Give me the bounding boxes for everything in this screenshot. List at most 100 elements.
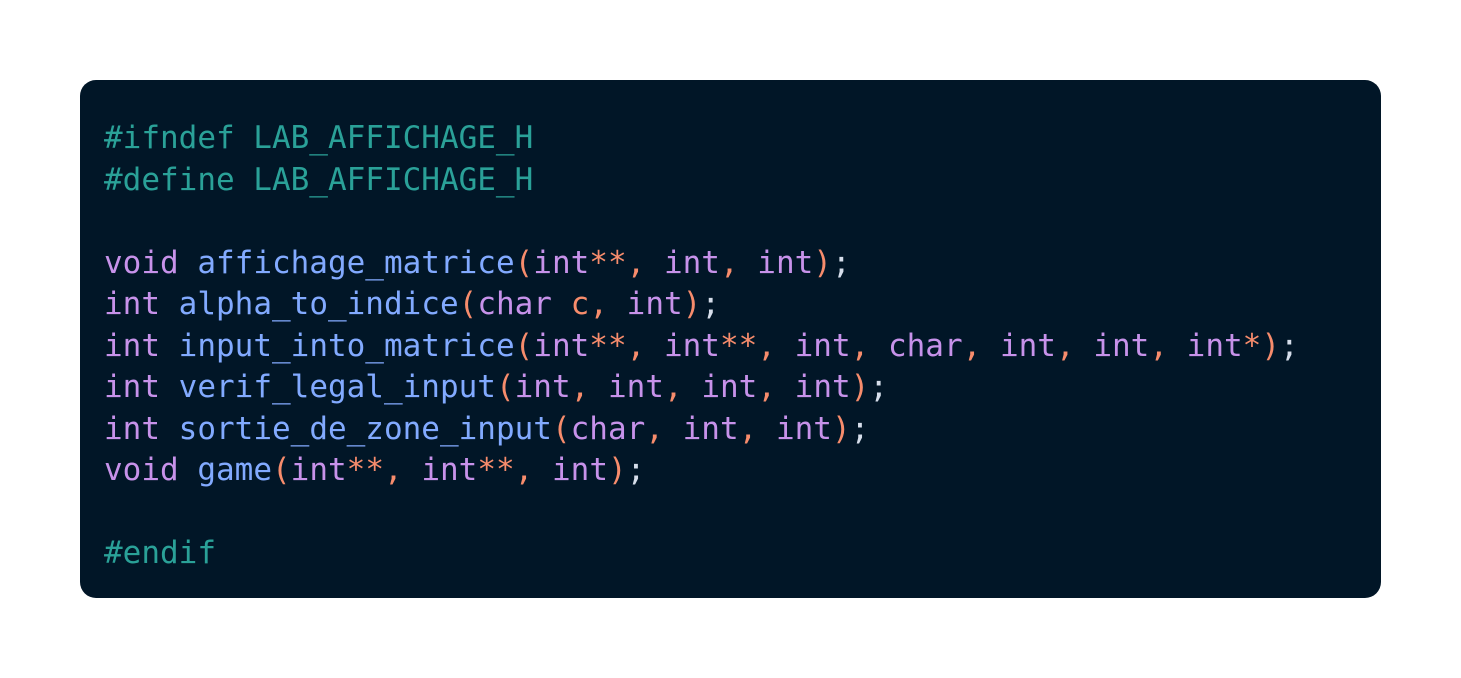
code-token-keyword: int [999,327,1056,364]
code-token-op: , [626,327,646,364]
code-token-keyword: int [663,244,720,281]
code-token-paren: ) [608,452,627,488]
code-token-punct: ; [850,410,870,447]
code-token-keyword: int [104,369,160,405]
code-token-op: , [589,286,608,322]
code-token-paren: ( [495,369,515,405]
code-token-op: ** [346,452,384,488]
code-line: int sortie_de_zone_input(char, int, int)… [104,409,1299,451]
code-token-paren: ( [551,410,571,447]
code-token-keyword: int [775,410,832,447]
code-token-paren: ( [458,286,478,322]
code-token-keyword: int [663,327,720,364]
code-token-keyword: int [533,327,590,364]
code-token-op: , [738,410,758,447]
code-token-func: game [197,452,272,488]
code-token-paren: ) [831,410,851,447]
code-token-keyword: int [514,369,571,405]
code-token-op: ** [477,452,515,488]
code-token-op: , [663,369,683,405]
code-token-op: , [757,369,776,405]
code-token-op: ** [719,327,758,364]
code-token-keyword: int [104,286,160,322]
code-token-keyword: int [607,369,664,405]
code-token-func: alpha_to_indice [178,286,459,322]
code-token-keyword: int [104,410,160,447]
code-token-keyword: char [887,327,963,364]
code-token-op: , [1055,327,1075,364]
code-token-punct: ; [701,286,720,322]
code-token-paren: ( [271,452,291,488]
code-token-keyword: int [626,286,683,322]
code-token-keyword: int [552,452,608,488]
code-token-func: input_into_matrice [178,327,515,364]
code-token-keyword: int [1186,327,1243,364]
code-token-paren: ) [813,244,832,281]
code-token-op: , [850,327,870,364]
code-token-op: * [1242,327,1262,364]
code-token-preproc: #define LAB_AFFICHAGE_H [104,161,534,198]
code-token-op: , [514,452,534,488]
code-token-op: , [1149,327,1168,364]
code-token-paren: ) [682,286,702,322]
code-token-func: affichage_matrice [197,244,515,281]
code-token-punct: ; [626,452,646,488]
code-snippet-card: #ifndef LAB_AFFICHAGE_H #define LAB_AFFIC… [80,80,1381,598]
code-token-preproc: #ifndef LAB_AFFICHAGE_H [104,120,534,156]
code-token-keyword: int [701,369,758,405]
code-token-keyword: char [477,286,552,322]
code-token-op: , [757,327,776,364]
code-token-op: , [626,244,646,281]
code-line: #define LAB_AFFICHAGE_H [104,160,1299,202]
code-token-punct: ; [869,369,888,405]
code-line: #endif [104,533,1299,575]
code-token-keyword: void [104,244,179,281]
code-token-op: ** [589,244,627,281]
code-token-op: ** [589,327,627,364]
code-token-punct: ; [1280,327,1299,364]
code-token-func: sortie_de_zone_input [178,410,552,447]
code-line: int alpha_to_indice(char c, int); [104,284,1299,326]
code-token-paren: ( [514,327,534,364]
code-token-preproc: #endif [104,535,216,571]
code-line: void affichage_matrice(int**, int, int); [104,243,1299,285]
code-token-paren: ( [514,244,534,281]
code-token-keyword: int [794,369,851,405]
code-token-keyword: char [570,410,646,447]
code-token-keyword: int [533,244,590,281]
code-line: int input_into_matrice(int**, int**, int… [104,326,1299,368]
code-token-keyword: void [104,452,179,488]
code-token-keyword: int [421,452,478,488]
code-token-op: , [645,410,664,447]
code-token-keyword: int [794,327,851,364]
code-token-op: , [383,452,403,488]
code-token-func: verif_legal_input [178,369,496,405]
code-line: void game(int**, int**, int); [104,450,1299,492]
code-token-paren: ) [850,369,870,405]
code-token-punct: ; [831,244,851,281]
code-token-op: , [719,244,739,281]
code-token-ident: c [570,286,590,322]
code-token-keyword: int [1093,327,1150,364]
